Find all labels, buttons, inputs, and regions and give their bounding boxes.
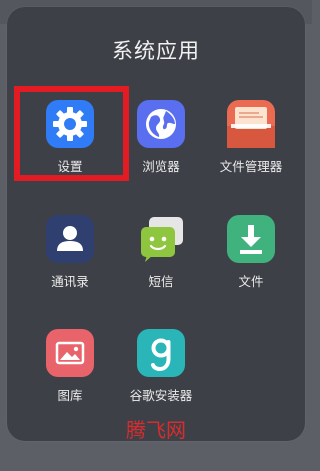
highlight-box [14, 86, 129, 181]
contact-icon [46, 215, 94, 263]
app-label: 文件管理器 [219, 159, 283, 174]
app-label: 通讯录 [51, 274, 89, 289]
globe-icon [137, 100, 185, 148]
app-google-installer[interactable]: 谷歌安装器 [111, 329, 211, 404]
app-label: 文件 [238, 274, 264, 289]
download-icon [227, 215, 275, 263]
app-file-manager[interactable]: 文件管理器 [201, 100, 301, 175]
app-gallery[interactable]: 图库 [20, 329, 120, 404]
app-label: 图库 [57, 388, 83, 403]
google-installer-icon [137, 329, 185, 377]
folder-title: 系统应用 [112, 39, 200, 63]
gallery-icon [46, 329, 94, 377]
app-messages[interactable]: 短信 [111, 215, 211, 290]
app-files[interactable]: 文件 [201, 215, 301, 290]
watermark: 腾飞网 [126, 418, 186, 442]
folder-icon [227, 100, 275, 148]
app-label: 谷歌安装器 [129, 388, 193, 403]
app-label: 短信 [148, 274, 174, 289]
message-icon [137, 215, 185, 263]
app-contacts[interactable]: 通讯录 [20, 215, 120, 290]
